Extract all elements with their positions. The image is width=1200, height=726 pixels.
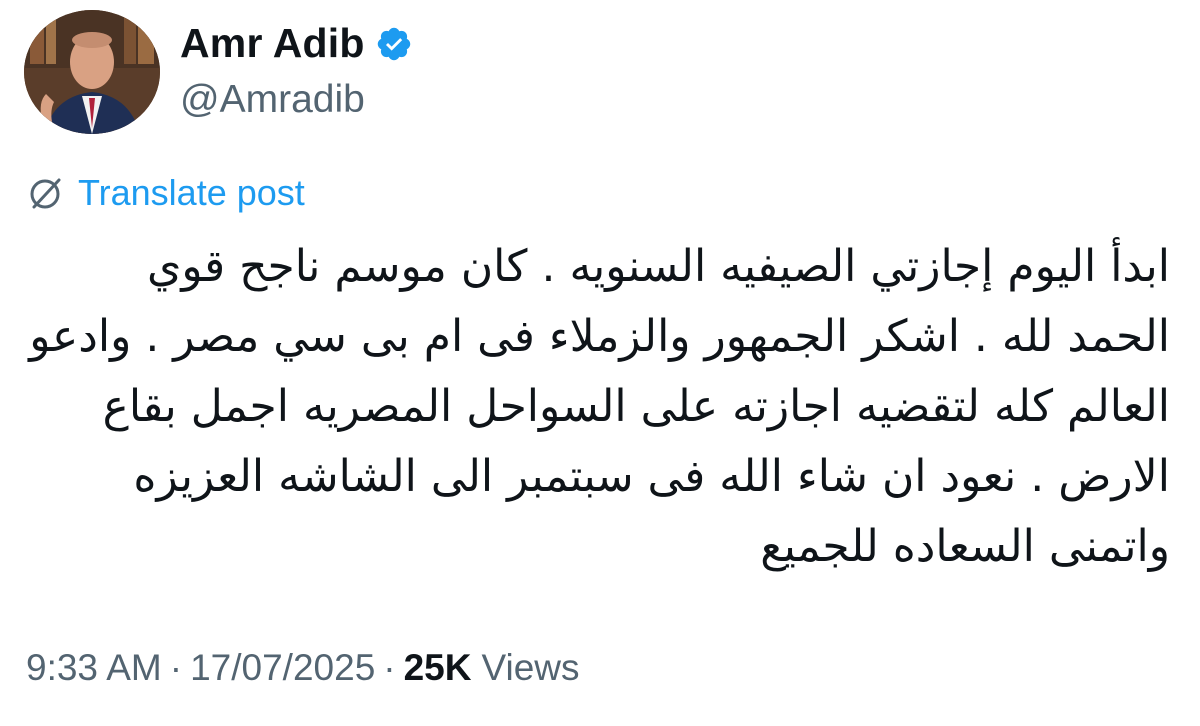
post-line: الارض . نعود ان شاء الله فى سبتمبر الى ا… bbox=[133, 451, 1170, 502]
post-line: ابدأ اليوم إجازتي الصيفيه السنويه . كان … bbox=[146, 241, 1170, 292]
translate-post-link[interactable]: Translate post bbox=[26, 172, 305, 214]
post-text: ابدأ اليوم إجازتي الصيفيه السنويه . كان … bbox=[25, 232, 1170, 582]
post-meta: 9:33 AM · 17/07/2025 · 25K Views bbox=[26, 647, 580, 689]
post-date[interactable]: 17/07/2025 bbox=[190, 647, 375, 689]
post-line: الحمد لله . اشكر الجمهور والزملاء فى ام … bbox=[29, 311, 1170, 362]
post-time[interactable]: 9:33 AM bbox=[26, 647, 162, 689]
author-handle[interactable]: @Amradib bbox=[180, 78, 365, 122]
verified-badge-icon bbox=[375, 25, 413, 63]
views-label: Views bbox=[481, 647, 580, 688]
translate-post-label: Translate post bbox=[78, 172, 305, 213]
author-name-row: Amr Adib bbox=[180, 20, 413, 67]
avatar[interactable] bbox=[24, 10, 160, 134]
meta-separator: · bbox=[383, 647, 396, 688]
post-line: العالم كله لتقضيه اجازته على السواحل الم… bbox=[102, 381, 1170, 432]
views-count: 25K bbox=[403, 647, 472, 688]
post-line: واتمنى السعاده للجميع bbox=[760, 521, 1170, 572]
globe-slash-icon bbox=[26, 174, 64, 212]
meta-separator: · bbox=[169, 647, 183, 688]
author-display-name[interactable]: Amr Adib bbox=[180, 20, 365, 67]
